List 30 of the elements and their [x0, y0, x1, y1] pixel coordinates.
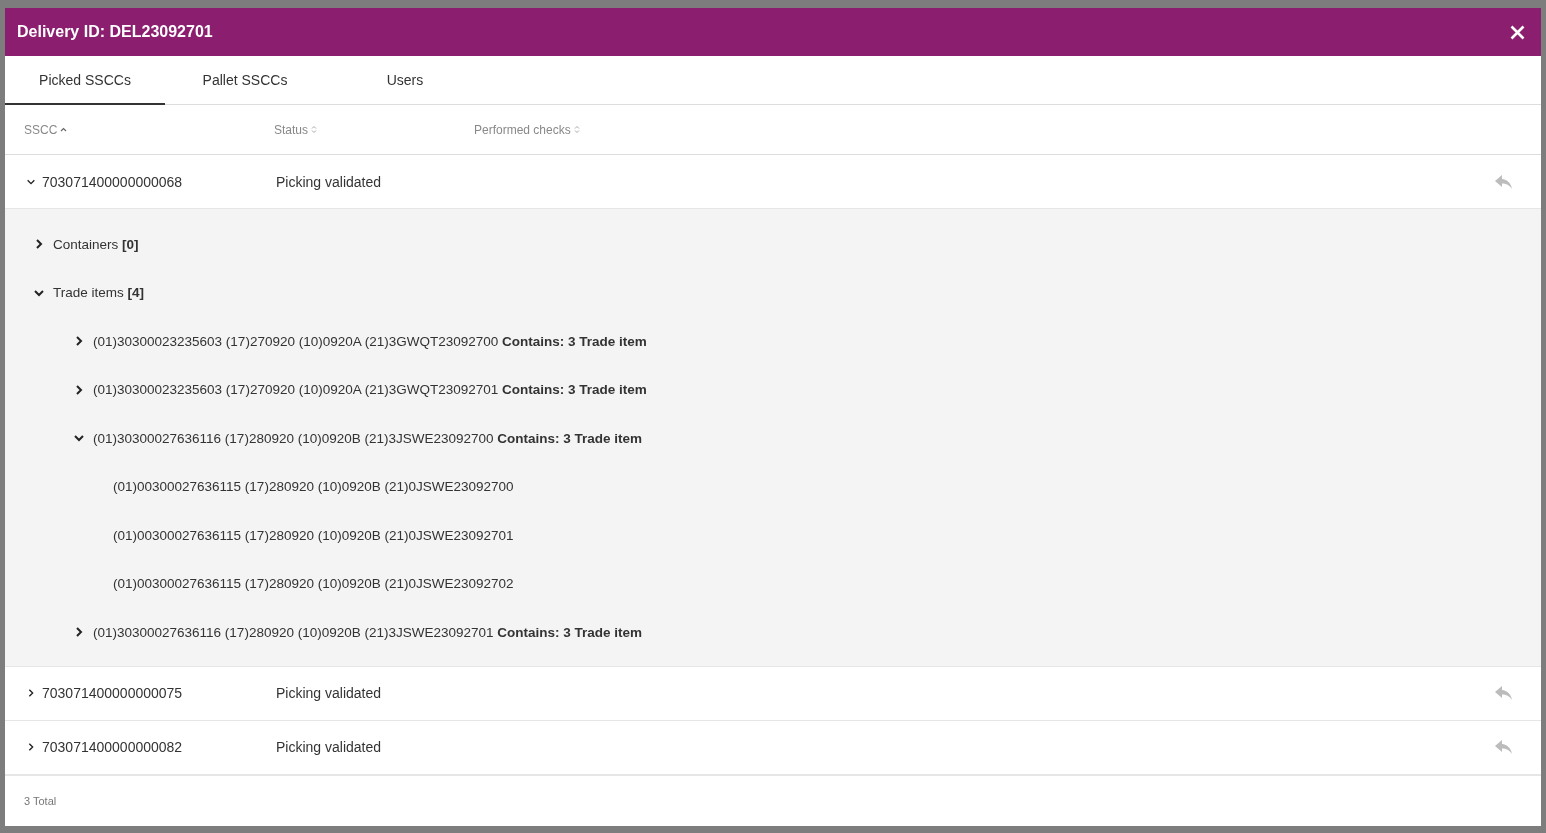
total-count: 3 Total [24, 794, 57, 807]
sscc-cell: 703071400000000068 [42, 173, 183, 190]
chevron-right-icon[interactable] [26, 742, 36, 752]
sort-ascending-icon[interactable] [60, 127, 68, 132]
tab[interactable]: Picked SSCCs [5, 56, 165, 105]
tree-item-label: (01)30300023235603 (17)270920 (10)0920A (21)3GWQT23092700 Contains: 3 Trade item [93, 333, 647, 349]
chevron-right-icon[interactable] [73, 626, 85, 639]
status-cell: Picking validated [276, 739, 382, 755]
chevron-right-icon[interactable] [33, 238, 45, 251]
sscc-cell: 703071400000000082 [42, 739, 183, 755]
tree-item-label: Trade items [4] [53, 285, 145, 301]
tree-item-label: (01)00300027636115 (17)280920 (10)0920B (21)0JSWE23092701 [113, 527, 514, 543]
tree-item-label: (01)00300027636115 (17)280920 (10)0920B (21)0JSWE23092700 [113, 479, 514, 495]
tab[interactable]: Pallet SSCCs [165, 56, 325, 105]
tree-item-label: Containers [0] [53, 236, 139, 252]
chevron-right-icon[interactable] [73, 335, 85, 348]
sscc-cell: 703071400000000075 [42, 685, 183, 701]
column-header[interactable]: Status [274, 122, 309, 137]
tree-item-label: (01)00300027636115 (17)280920 (10)0920B (21)0JSWE23092702 [113, 576, 514, 592]
chevron-right-icon[interactable] [26, 688, 36, 698]
column-header[interactable]: Performed checks [474, 122, 571, 137]
status-cell: Picking validated [276, 685, 382, 701]
tree-item-label: (01)30300027636116 (17)280920 (10)0920B (21)3JSWE23092701 Contains: 3 Trade item [93, 624, 643, 640]
chevron-right-icon[interactable] [73, 383, 85, 396]
dialog-title: Delivery ID: DEL23092701 [17, 23, 213, 41]
column-header[interactable]: SSCC [24, 122, 58, 137]
tree-item-label: (01)30300027636116 (17)280920 (10)0920B (21)3JSWE23092700 Contains: 3 Trade item [93, 430, 643, 446]
tree-item-label: (01)30300023235603 (17)270920 (10)0920A (21)3GWQT23092701 Contains: 3 Trade item [93, 382, 647, 398]
status-cell: Picking validated [276, 173, 382, 190]
tab[interactable]: Users [325, 56, 485, 105]
